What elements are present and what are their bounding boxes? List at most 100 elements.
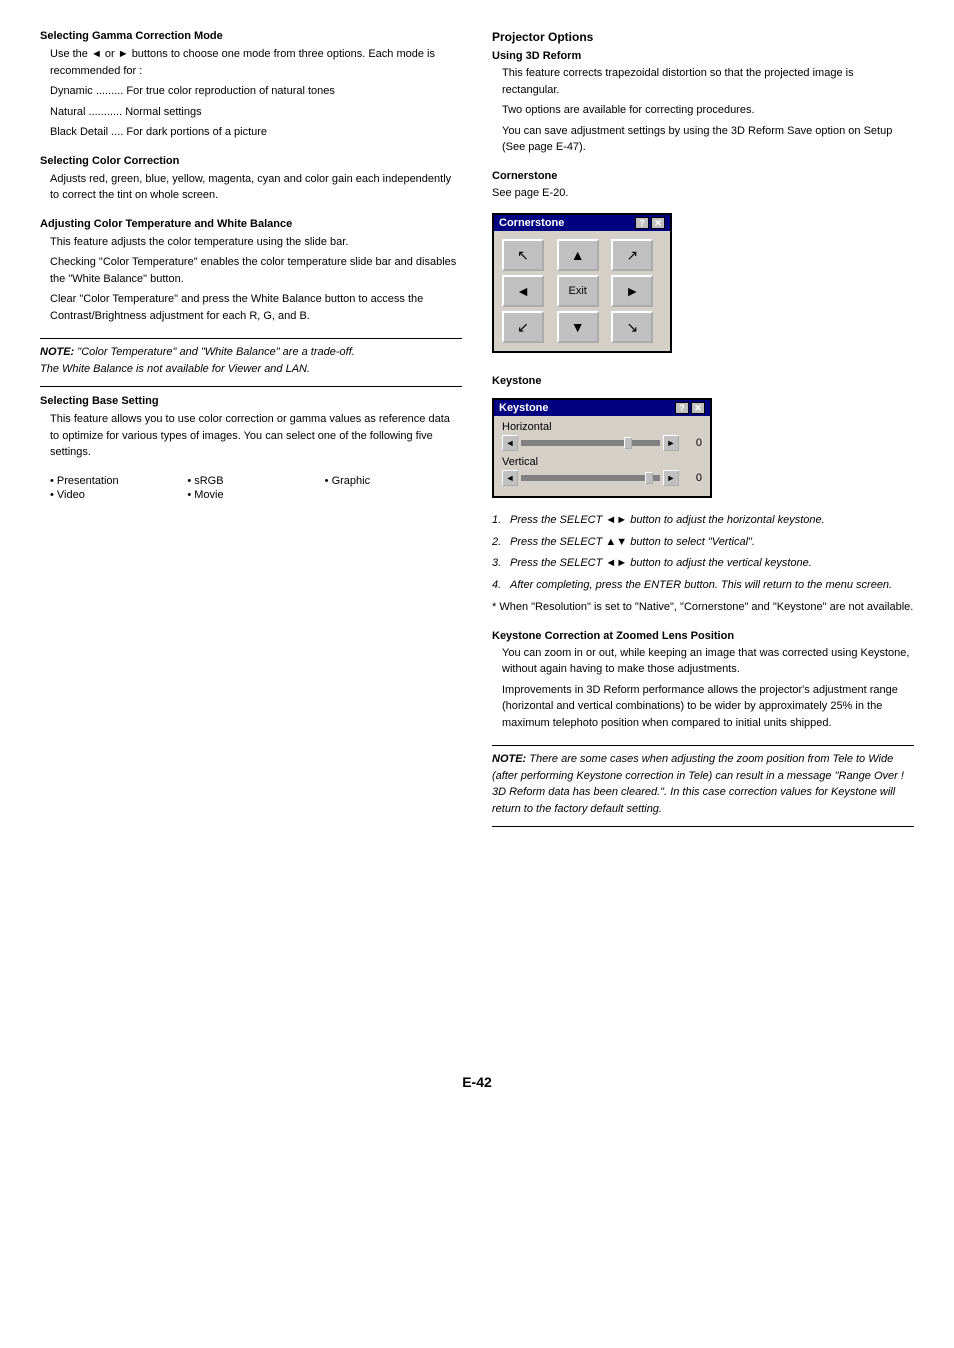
cs-right-btn[interactable]: ►	[611, 275, 653, 307]
color-temp-title: Adjusting Color Temperature and White Ba…	[40, 218, 462, 230]
color-temp-p2: Checking "Color Temperature" enables the…	[50, 254, 462, 287]
keystone-title-buttons: ? ✕	[675, 402, 705, 414]
keystone-titlebar: Keystone ? ✕	[494, 400, 710, 416]
color-temp-p1: This feature adjusts the color temperatu…	[50, 234, 462, 251]
keystone-dialog: Keystone ? ✕ Horizontal ◄ ► 0	[492, 398, 712, 498]
keystone-section: Keystone Keystone ? ✕ Horizontal ◄	[492, 375, 914, 616]
keystone-step-4: 4. After completing, press the ENTER but…	[492, 577, 914, 594]
keystone-vertical-label: Vertical	[502, 456, 702, 468]
cornerstone-section: Cornerstone See page E-20. Cornerstone ?…	[492, 170, 914, 362]
gamma-body: Use the ◄ or ► buttons to choose one mod…	[50, 46, 462, 141]
cs-exit-btn[interactable]: Exit	[557, 275, 599, 307]
gamma-p1: Use the ◄ or ► buttons to choose one mod…	[50, 46, 462, 79]
step3-num: 3.	[492, 555, 506, 572]
cornerstone-subtitle: Cornerstone	[492, 170, 914, 182]
keystone-step-3: 3. Press the SELECT ◄► button to adjust …	[492, 555, 914, 572]
left-column: Selecting Gamma Correction Mode Use the …	[40, 30, 462, 1054]
keystone-horizontal-label: Horizontal	[502, 421, 702, 433]
cs-bottom-btn[interactable]: ▼	[557, 311, 599, 343]
note1-box: NOTE: "Color Temperature" and "White Bal…	[40, 338, 462, 387]
base-setting-body: This feature allows you to use color cor…	[50, 411, 462, 461]
3d-reform-p1: This feature corrects trapezoidal distor…	[502, 65, 914, 98]
color-correction-section: Selecting Color Correction Adjusts red, …	[40, 155, 462, 204]
keystone-h-left-btn[interactable]: ◄	[502, 435, 518, 451]
bullet-list: • Presentation • sRGB • Graphic • Video …	[50, 475, 462, 501]
keystone-close-btn[interactable]: ✕	[691, 402, 705, 414]
cornerstone-close-btn[interactable]: ✕	[651, 217, 665, 229]
step2-num: 2.	[492, 534, 506, 551]
keystone-h-thumb	[624, 437, 632, 449]
gamma-dynamic: Dynamic ......... For true color reprodu…	[50, 83, 462, 100]
gamma-title: Selecting Gamma Correction Mode	[40, 30, 462, 42]
cornerstone-title-buttons: ? ✕	[635, 217, 665, 229]
keystone-step-2: 2. Press the SELECT ▲▼ button to select …	[492, 534, 914, 551]
keystone-v-value: 0	[682, 472, 702, 484]
color-correction-body: Adjusts red, green, blue, yellow, magent…	[50, 171, 462, 204]
note1-bold-prefix: NOTE:	[40, 346, 74, 358]
cs-left-btn[interactable]: ◄	[502, 275, 544, 307]
note1-text: NOTE: "Color Temperature" and "White Bal…	[40, 344, 462, 377]
bullet-srgb: • sRGB	[187, 475, 324, 487]
cornerstone-titlebar: Cornerstone ? ✕	[494, 215, 670, 231]
keystone-vertical-row: ◄ ► 0	[502, 470, 702, 486]
base-setting-section: Selecting Base Setting This feature allo…	[40, 395, 462, 461]
keystone-h-track[interactable]	[521, 440, 660, 446]
color-temp-p3: Clear "Color Temperature" and press the …	[50, 291, 462, 324]
cs-topleft-btn[interactable]: ↖	[502, 239, 544, 271]
keystone-correction-p1: You can zoom in or out, while keeping an…	[502, 645, 914, 678]
keystone-numbered-list: 1. Press the SELECT ◄► button to adjust …	[492, 512, 914, 593]
note2-text: NOTE: There are some cases when adjustin…	[492, 751, 914, 817]
color-correction-title: Selecting Color Correction	[40, 155, 462, 167]
cs-bottomright-btn[interactable]: ↘	[611, 311, 653, 343]
projector-options-title: Projector Options	[492, 30, 914, 44]
3d-reform-p3: You can save adjustment settings by usin…	[502, 123, 914, 156]
page-footer: E-42	[40, 1074, 914, 1309]
cornerstone-desc: See page E-20.	[492, 185, 914, 202]
keystone-v-track[interactable]	[521, 475, 660, 481]
page-container: Selecting Gamma Correction Mode Use the …	[0, 0, 954, 1348]
keystone-dialog-title: Keystone	[499, 402, 549, 414]
color-temp-body: This feature adjusts the color temperatu…	[50, 234, 462, 325]
step4-text: After completing, press the ENTER button…	[510, 577, 892, 594]
keystone-correction-section: Keystone Correction at Zoomed Lens Posit…	[492, 630, 914, 732]
step4-num: 4.	[492, 577, 506, 594]
page-number: E-42	[462, 1074, 492, 1090]
cornerstone-help-btn[interactable]: ?	[635, 217, 649, 229]
asterisk-text: When "Resolution" is set to "Native", "C…	[499, 601, 913, 613]
keystone-h-right-btn[interactable]: ►	[663, 435, 679, 451]
cornerstone-grid: ↖ ▲ ↗ ◄ Exit ► ↙ ▼ ↘	[494, 231, 670, 351]
step1-text: Press the SELECT ◄► button to adjust the…	[510, 512, 825, 529]
keystone-h-value: 0	[682, 437, 702, 449]
note2-bold-prefix: NOTE:	[492, 753, 526, 765]
keystone-v-right-btn[interactable]: ►	[663, 470, 679, 486]
gamma-section: Selecting Gamma Correction Mode Use the …	[40, 30, 462, 141]
base-setting-title: Selecting Base Setting	[40, 395, 462, 407]
note2-content: There are some cases when adjusting the …	[492, 753, 904, 815]
gamma-natural: Natural ........... Normal settings	[50, 104, 462, 121]
keystone-v-left-btn[interactable]: ◄	[502, 470, 518, 486]
keystone-subtitle: Keystone	[492, 375, 914, 387]
bullet-presentation: • Presentation	[50, 475, 187, 487]
bullet-graphic: • Graphic	[325, 475, 462, 487]
step2-text: Press the SELECT ▲▼ button to select "Ve…	[510, 534, 755, 551]
gamma-black: Black Detail .... For dark portions of a…	[50, 124, 462, 141]
bullet-video: • Video	[50, 489, 187, 501]
3d-reform-p2: Two options are available for correcting…	[502, 102, 914, 119]
3d-reform-section: Using 3D Reform This feature corrects tr…	[492, 50, 914, 156]
asterisk-note: * When "Resolution" is set to "Native", …	[492, 599, 914, 616]
step3-text: Press the SELECT ◄► button to adjust the…	[510, 555, 812, 572]
color-temp-section: Adjusting Color Temperature and White Ba…	[40, 218, 462, 325]
cs-bottomleft-btn[interactable]: ↙	[502, 311, 544, 343]
keystone-correction-p2: Improvements in 3D Reform performance al…	[502, 682, 914, 732]
keystone-body: Horizontal ◄ ► 0 Vertical ◄	[494, 416, 710, 496]
right-column: Projector Options Using 3D Reform This f…	[492, 30, 914, 1054]
keystone-v-thumb	[645, 472, 653, 484]
cornerstone-dialog: Cornerstone ? ✕ ↖ ▲ ↗ ◄ Exit ► ↙ ▼ ↘	[492, 213, 672, 353]
step1-num: 1.	[492, 512, 506, 529]
cs-topright-btn[interactable]: ↗	[611, 239, 653, 271]
keystone-help-btn[interactable]: ?	[675, 402, 689, 414]
color-correction-p1: Adjusts red, green, blue, yellow, magent…	[50, 171, 462, 204]
3d-reform-subtitle: Using 3D Reform	[492, 50, 914, 62]
keystone-step-1: 1. Press the SELECT ◄► button to adjust …	[492, 512, 914, 529]
cs-top-btn[interactable]: ▲	[557, 239, 599, 271]
